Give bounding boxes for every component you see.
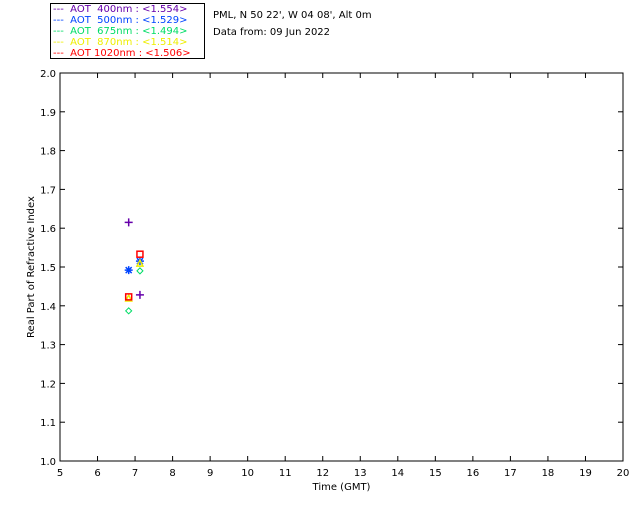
legend-item: --- AOT 1020nm : <1.506> bbox=[53, 48, 204, 59]
x-tick-label: 17 bbox=[504, 468, 517, 479]
marker bbox=[124, 307, 133, 315]
y-tick-label: 1.6 bbox=[40, 224, 56, 235]
y-tick-label: 1.7 bbox=[40, 185, 56, 196]
legend-item: --- AOT 675nm : <1.494> bbox=[53, 26, 204, 37]
y-tick-label: 2.0 bbox=[40, 69, 56, 80]
x-tick-label: 7 bbox=[132, 468, 138, 479]
x-tick-label: 5 bbox=[57, 468, 63, 479]
x-axis-label: Time (GMT) bbox=[312, 482, 371, 493]
x-tick-label: 10 bbox=[241, 468, 254, 479]
y-tick-label: 1.8 bbox=[40, 147, 56, 158]
y-tick-label: 1.5 bbox=[40, 263, 56, 274]
y-tick-label: 1.1 bbox=[40, 418, 56, 429]
plot-frame bbox=[59, 72, 624, 462]
x-tick-label: 12 bbox=[316, 468, 329, 479]
data-point-plus bbox=[135, 290, 144, 299]
x-tick-label: 8 bbox=[169, 468, 175, 479]
y-tick-label: 1.3 bbox=[40, 341, 56, 352]
legend-label: --- AOT 500nm : <1.529> bbox=[53, 15, 188, 26]
legend-label: --- AOT 870nm : <1.514> bbox=[53, 37, 188, 48]
legend-label: --- AOT 400nm : <1.554> bbox=[53, 4, 188, 15]
y-tick-label: 1.4 bbox=[40, 302, 56, 313]
date-label: Data from: 09 Jun 2022 bbox=[213, 27, 331, 38]
x-tick-label: 16 bbox=[466, 468, 479, 479]
legend-label: --- AOT 1020nm : <1.506> bbox=[53, 48, 191, 59]
marker bbox=[136, 267, 144, 275]
y-tick-label: 1.2 bbox=[40, 379, 56, 390]
x-tick-label: 20 bbox=[617, 468, 630, 479]
data-point-diamond bbox=[136, 267, 144, 275]
x-tick-label: 14 bbox=[391, 468, 404, 479]
data-point-diamond bbox=[124, 307, 133, 315]
legend-label: --- AOT 675nm : <1.494> bbox=[53, 26, 188, 37]
x-tick-label: 19 bbox=[579, 468, 592, 479]
x-tick-label: 9 bbox=[207, 468, 213, 479]
info-block: PML, N 50 22', W 04 08', Alt 0m Data fro… bbox=[213, 7, 372, 41]
x-tick-label: 6 bbox=[94, 468, 100, 479]
legend: --- AOT 400nm : <1.554> --- AOT 500nm : <… bbox=[50, 3, 205, 59]
data-point-plus bbox=[124, 218, 133, 227]
data-point-square bbox=[136, 250, 144, 258]
chart: 5 6 7 8 9 10 11 12 13 14 15 16 17 18 19 20 1.0 1.1 1.2 1.3 1… bbox=[26, 69, 630, 493]
data-point-asterisk bbox=[124, 266, 133, 275]
marker bbox=[136, 250, 144, 258]
marker bbox=[124, 218, 133, 227]
y-axis-label: Real Part of Refractive Index bbox=[26, 196, 37, 338]
legend-item: --- AOT 500nm : <1.529> bbox=[53, 15, 204, 26]
marker bbox=[124, 266, 133, 275]
x-tick-label: 15 bbox=[429, 468, 442, 479]
x-tick-label: 11 bbox=[279, 468, 292, 479]
y-tick-label: 1.9 bbox=[40, 108, 56, 119]
y-tick-label: 1.0 bbox=[40, 457, 56, 468]
marker bbox=[135, 290, 144, 299]
site-label: PML, N 50 22', W 04 08', Alt 0m bbox=[213, 10, 372, 21]
legend-item: --- AOT 400nm : <1.554> bbox=[53, 4, 204, 15]
legend-item: --- AOT 870nm : <1.514> bbox=[53, 37, 204, 48]
x-tick-label: 18 bbox=[542, 468, 555, 479]
x-tick-label: 13 bbox=[354, 468, 367, 479]
